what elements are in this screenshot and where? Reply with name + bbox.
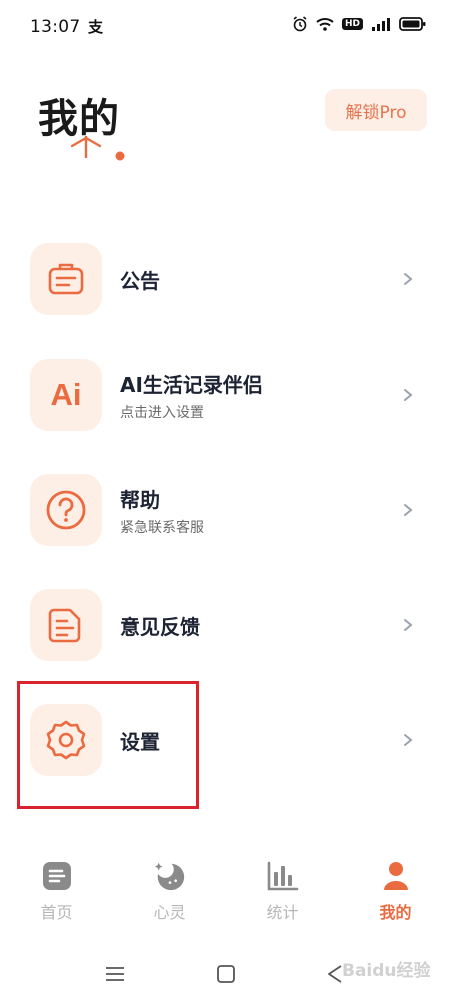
tab-label: 统计	[266, 903, 299, 922]
menu-item-feedback[interactable]: 意见反馈	[30, 589, 425, 663]
title-decoration	[70, 136, 125, 161]
menu-label: 公告	[120, 268, 160, 293]
wifi-icon	[315, 16, 335, 32]
chevron-right-icon	[404, 619, 413, 631]
hd-badge: HD	[341, 18, 363, 30]
menu-item-settings[interactable]: 设置	[30, 704, 425, 778]
signal-icon	[370, 16, 392, 32]
feedback-icon	[30, 589, 102, 661]
status-bar: 13:07 支 HD	[0, 0, 453, 56]
battery-icon	[399, 16, 427, 32]
stats-icon	[266, 859, 300, 893]
tab-label: 首页	[40, 903, 73, 922]
profile-icon	[379, 859, 413, 893]
menu-item-help[interactable]: 帮助 紧急联系客服	[30, 474, 425, 548]
app-notification-icon: 支	[88, 18, 104, 36]
menu-label: AI生活记录伴侣	[120, 372, 263, 397]
tab-label: 心灵	[153, 903, 186, 922]
unlock-pro-button[interactable]: 解锁Pro	[325, 89, 427, 131]
menu-sublabel: 紧急联系客服	[120, 519, 204, 536]
help-icon	[30, 474, 102, 546]
system-nav-bar: Baidu经验	[0, 950, 453, 998]
tab-soul[interactable]: 心灵	[113, 850, 226, 940]
announcement-icon	[30, 243, 102, 315]
home-icon	[40, 859, 74, 893]
chevron-right-icon	[404, 273, 413, 285]
tab-mine[interactable]: 我的	[339, 850, 452, 940]
menu-label: 意见反馈	[120, 614, 200, 639]
menu-label: 设置	[120, 729, 160, 754]
home-button-icon[interactable]	[216, 964, 236, 984]
status-time: 13:07	[30, 17, 81, 37]
menu-label: 帮助	[120, 487, 160, 512]
menu-icon[interactable]	[104, 964, 126, 984]
chevron-right-icon	[404, 734, 413, 746]
menu-sublabel: 点击进入设置	[120, 404, 204, 421]
chevron-right-icon	[404, 504, 413, 516]
moon-icon	[153, 859, 187, 893]
menu-item-announcement[interactable]: 公告	[30, 243, 425, 317]
tab-stats[interactable]: 统计	[226, 850, 339, 940]
alarm-icon	[292, 16, 308, 32]
bottom-nav: 首页 心灵 统计 我的	[0, 850, 453, 940]
chevron-right-icon	[404, 389, 413, 401]
tab-home[interactable]: 首页	[0, 850, 113, 940]
status-icons: HD	[292, 16, 427, 32]
watermark: Baidu经验	[342, 961, 431, 981]
gear-icon	[30, 704, 102, 776]
menu-item-ai-companion[interactable]: Ai AI生活记录伴侣 点击进入设置	[30, 359, 425, 433]
ai-icon: Ai	[30, 359, 102, 431]
tab-label: 我的	[379, 903, 412, 922]
